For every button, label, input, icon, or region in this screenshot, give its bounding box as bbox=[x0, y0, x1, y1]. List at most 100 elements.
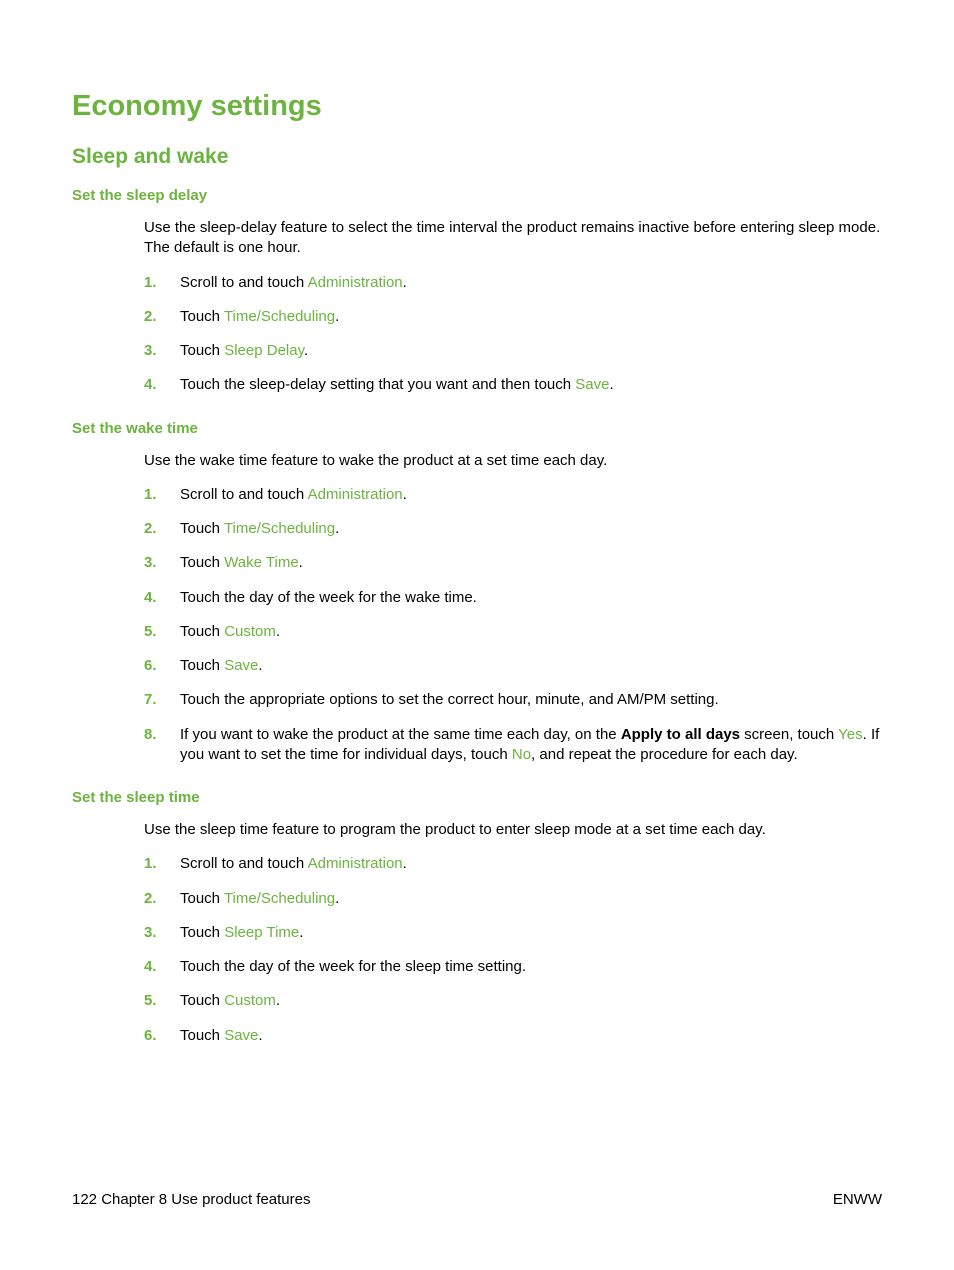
step-text: Touch bbox=[180, 992, 224, 1009]
step-number: 3. bbox=[144, 923, 157, 943]
step-text: Touch bbox=[180, 890, 224, 907]
step-text: Touch bbox=[180, 520, 224, 537]
step-text: Touch bbox=[180, 308, 224, 325]
ui-link[interactable]: Wake Time bbox=[224, 554, 298, 571]
steps-list: 1. Scroll to and touch Administration. 2.… bbox=[72, 485, 882, 765]
step-number: 4. bbox=[144, 375, 157, 395]
step-text: Touch bbox=[180, 657, 224, 674]
bold-text: Apply to all days bbox=[621, 726, 740, 743]
step-item: 8. If you want to wake the product at the… bbox=[144, 725, 882, 766]
step-text: Touch bbox=[180, 623, 224, 640]
step-item: 1. Scroll to and touch Administration. bbox=[144, 485, 882, 505]
ui-link[interactable]: Sleep Time bbox=[224, 924, 299, 941]
step-text: Touch the day of the week for the wake t… bbox=[180, 589, 477, 606]
step-number: 8. bbox=[144, 725, 157, 745]
intro-paragraph: Use the sleep time feature to program th… bbox=[72, 820, 882, 840]
step-number: 5. bbox=[144, 991, 157, 1011]
section-set-sleep-time: Set the sleep time Use the sleep time fe… bbox=[72, 789, 882, 1046]
ui-link[interactable]: Time/Scheduling bbox=[224, 520, 335, 537]
subsection-heading: Set the wake time bbox=[72, 420, 882, 437]
step-text: . bbox=[258, 657, 262, 674]
ui-link[interactable]: No bbox=[512, 746, 531, 763]
step-number: 2. bbox=[144, 307, 157, 327]
step-item: 4. Touch the day of the week for the slee… bbox=[144, 957, 882, 977]
step-text: Touch the appropriate options to set the… bbox=[180, 691, 719, 708]
step-text: Touch the day of the week for the sleep … bbox=[180, 958, 526, 975]
step-text: . bbox=[335, 308, 339, 325]
step-item: 3. Touch Sleep Delay. bbox=[144, 341, 882, 361]
page-footer: 122 Chapter 8 Use product features ENWW bbox=[72, 1191, 882, 1208]
step-item: 2. Touch Time/Scheduling. bbox=[144, 307, 882, 327]
step-text: Scroll to and touch bbox=[180, 486, 308, 503]
ui-link[interactable]: Administration bbox=[308, 486, 403, 503]
ui-link[interactable]: Time/Scheduling bbox=[224, 308, 335, 325]
step-number: 3. bbox=[144, 553, 157, 573]
ui-link[interactable]: Custom bbox=[224, 623, 276, 640]
step-item: 6.Touch Save. bbox=[144, 1026, 882, 1046]
step-item: 4.Touch the day of the week for the wake… bbox=[144, 588, 882, 608]
step-text: Touch bbox=[180, 554, 224, 571]
step-text: . bbox=[403, 274, 407, 291]
step-number: 1. bbox=[144, 854, 157, 874]
step-item: 5. Touch Custom. bbox=[144, 991, 882, 1011]
step-text: screen, touch bbox=[740, 726, 838, 743]
steps-list: 1. Scroll to and touch Administration. 2.… bbox=[72, 273, 882, 396]
step-number: 1. bbox=[144, 485, 157, 505]
step-number: 6. bbox=[144, 656, 157, 676]
subsection-heading: Set the sleep time bbox=[72, 789, 882, 806]
section-set-sleep-delay: Set the sleep delay Use the sleep-delay … bbox=[72, 187, 882, 396]
step-text: . bbox=[299, 924, 303, 941]
step-text: . bbox=[609, 376, 613, 393]
step-text: If you want to wake the product at the s… bbox=[180, 726, 621, 743]
ui-link[interactable]: Time/Scheduling bbox=[224, 890, 335, 907]
step-number: 2. bbox=[144, 519, 157, 539]
section-heading: Sleep and wake bbox=[72, 145, 882, 169]
step-item: 2. Touch Time/Scheduling. bbox=[144, 889, 882, 909]
step-number: 7. bbox=[144, 690, 157, 710]
footer-left: 122 Chapter 8 Use product features bbox=[72, 1191, 310, 1208]
footer-right: ENWW bbox=[833, 1191, 882, 1208]
step-text: , and repeat the procedure for each day. bbox=[531, 746, 798, 763]
step-number: 5. bbox=[144, 622, 157, 642]
step-item: 7. Touch the appropriate options to set t… bbox=[144, 690, 882, 710]
step-number: 6. bbox=[144, 1026, 157, 1046]
step-item: 1.Scroll to and touch Administration. bbox=[144, 854, 882, 874]
subsection-heading: Set the sleep delay bbox=[72, 187, 882, 204]
step-number: 2. bbox=[144, 889, 157, 909]
document-page: Economy settings Sleep and wake Set the … bbox=[0, 0, 954, 1270]
ui-link[interactable]: Save bbox=[224, 1027, 258, 1044]
step-text: Scroll to and touch bbox=[180, 274, 308, 291]
step-item: 4. Touch the sleep-delay setting that you… bbox=[144, 375, 882, 395]
step-text: . bbox=[403, 486, 407, 503]
step-text: . bbox=[276, 992, 280, 1009]
step-text: . bbox=[258, 1027, 262, 1044]
ui-link[interactable]: Yes bbox=[838, 726, 862, 743]
ui-link[interactable]: Sleep Delay bbox=[224, 342, 304, 359]
ui-link[interactable]: Save bbox=[224, 657, 258, 674]
section-set-wake-time: Set the wake time Use the wake time feat… bbox=[72, 420, 882, 766]
step-item: 3. Touch Wake Time. bbox=[144, 553, 882, 573]
step-number: 1. bbox=[144, 273, 157, 293]
page-title: Economy settings bbox=[72, 90, 882, 123]
ui-link[interactable]: Custom bbox=[224, 992, 276, 1009]
step-item: 3. Touch Sleep Time. bbox=[144, 923, 882, 943]
step-text: Touch bbox=[180, 342, 224, 359]
step-text: . bbox=[335, 520, 339, 537]
step-text: . bbox=[276, 623, 280, 640]
ui-link[interactable]: Save bbox=[575, 376, 609, 393]
step-item: 1. Scroll to and touch Administration. bbox=[144, 273, 882, 293]
ui-link[interactable]: Administration bbox=[308, 274, 403, 291]
step-text: Touch bbox=[180, 924, 224, 941]
step-item: 2. Touch Time/Scheduling. bbox=[144, 519, 882, 539]
intro-paragraph: Use the wake time feature to wake the pr… bbox=[72, 451, 882, 471]
step-text: Scroll to and touch bbox=[180, 855, 308, 872]
step-text: . bbox=[304, 342, 308, 359]
step-item: 5. Touch Custom. bbox=[144, 622, 882, 642]
step-number: 4. bbox=[144, 957, 157, 977]
step-text: . bbox=[335, 890, 339, 907]
step-text: Touch the sleep-delay setting that you w… bbox=[180, 376, 575, 393]
step-item: 6. Touch Save. bbox=[144, 656, 882, 676]
ui-link[interactable]: Administration bbox=[308, 855, 403, 872]
step-number: 3. bbox=[144, 341, 157, 361]
step-text: . bbox=[299, 554, 303, 571]
